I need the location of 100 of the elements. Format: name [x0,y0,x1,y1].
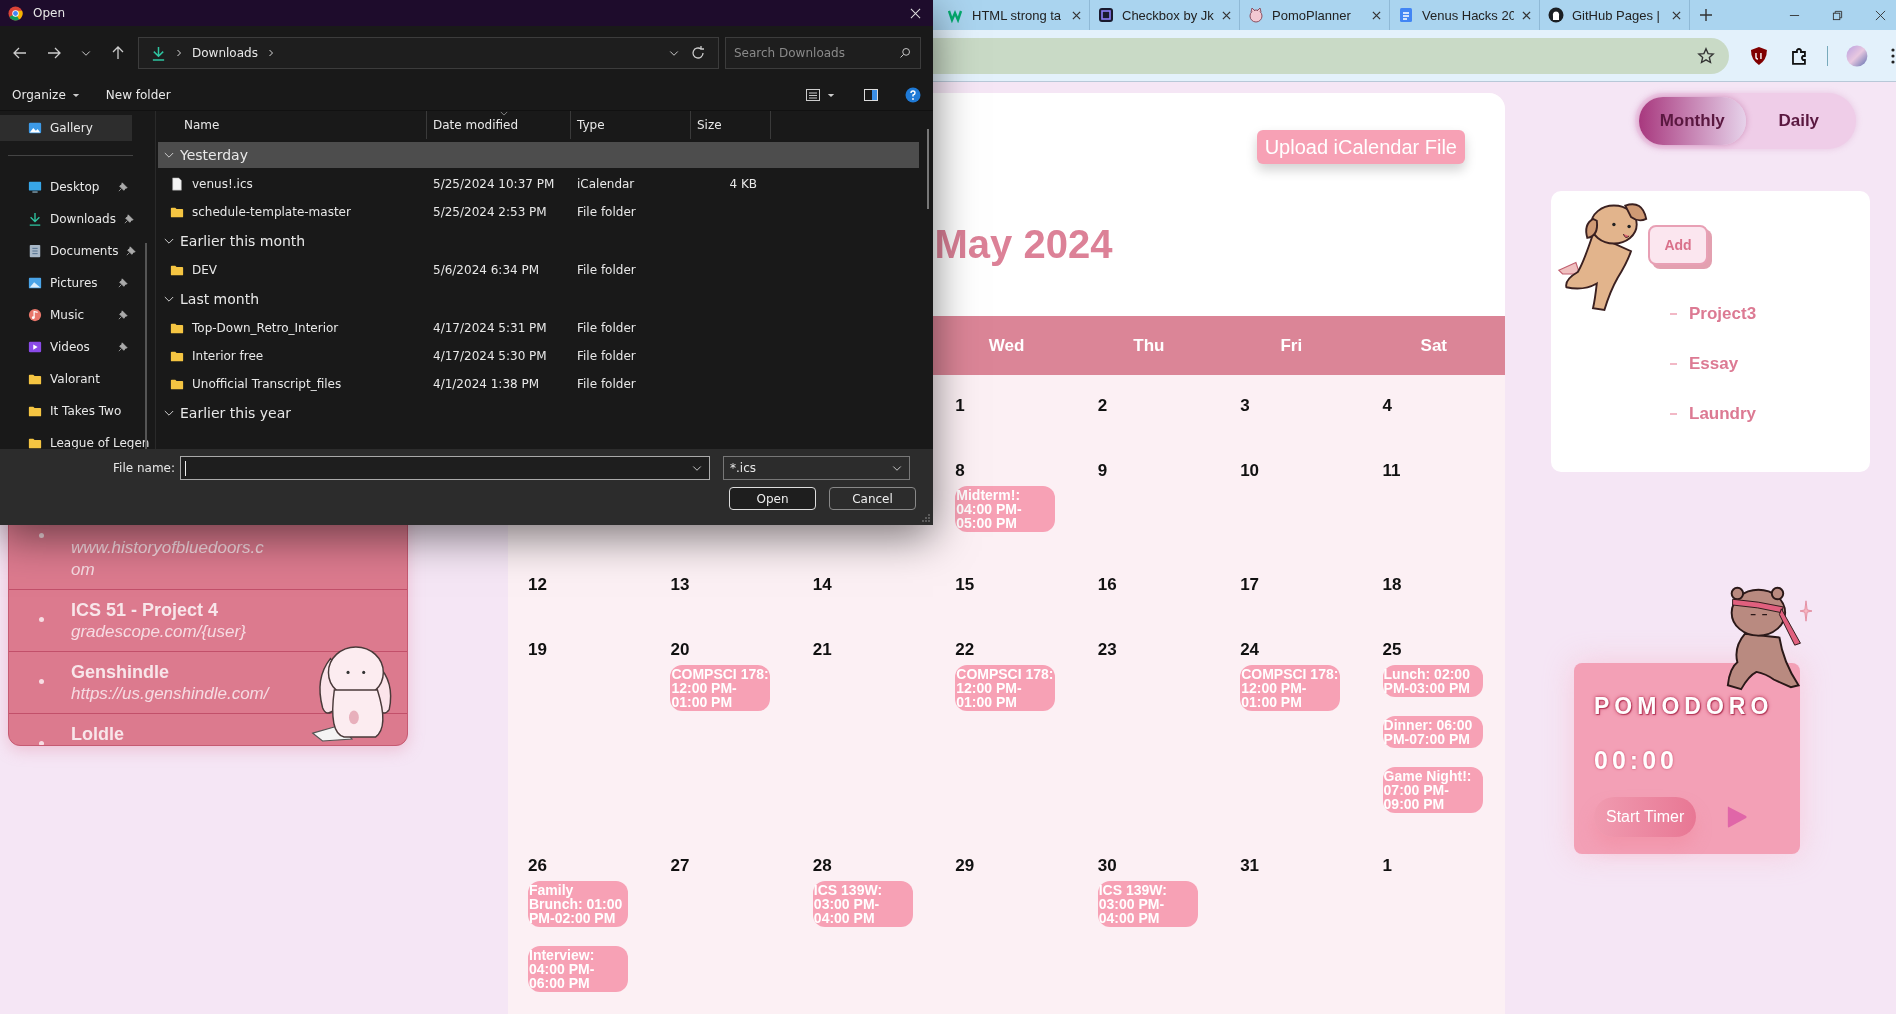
resize-grip-icon[interactable] [922,514,930,522]
file-type: File folder [576,263,637,277]
date-modified: 5/6/2024 6:34 PM [432,263,541,277]
day-number: 28 [812,856,832,876]
restore-icon[interactable] [1832,9,1843,21]
view-toggle-option[interactable]: Monthly [1639,97,1746,145]
group-header[interactable]: Yesterday [158,142,919,168]
weekday-label: Sat [1419,335,1448,356]
sort-caret-icon[interactable] [500,111,508,116]
day-number: 1 [955,396,965,416]
search-field[interactable]: Search Downloads [725,37,921,69]
dash-mark [1670,313,1677,315]
caret-icon[interactable] [71,92,80,98]
file-type-dropdown[interactable]: *.ics [723,456,910,480]
nav-item[interactable]: Desktop [0,174,132,200]
up-arrow-icon[interactable] [110,45,126,61]
details-view-icon[interactable] [805,87,821,103]
download-icon [28,212,42,226]
dash-mark [1670,363,1677,365]
nav-item[interactable]: Music [0,302,132,328]
column-header[interactable]: Size [691,111,771,139]
day-number: 22 [955,640,975,660]
nav-item[interactable]: Valorant [0,366,132,392]
nav-item[interactable]: Videos [0,334,132,360]
day-number: 19 [528,640,547,660]
cancel-button[interactable]: Cancel [829,487,916,510]
column-header[interactable]: Date modified [427,111,571,139]
back-arrow-icon[interactable] [12,45,28,61]
day-number: 26 [528,856,547,876]
group-header[interactable]: Earlier this year [158,400,919,426]
nav-item[interactable]: Documents [0,238,141,264]
close-icon[interactable] [1222,10,1231,20]
nav-item[interactable]: Downloads [0,206,138,232]
chevron-right-icon [267,48,274,58]
date-modified: 5/25/2024 2:53 PM [432,205,548,219]
file-name[interactable]: Top-Down_Retro_Interior [192,321,339,335]
caret-icon[interactable] [827,92,835,98]
close-icon[interactable] [1072,10,1081,20]
pomodoro-title: POMODORO [1594,693,1775,720]
day-number: 31 [1240,856,1260,876]
chevron-down-icon [164,151,174,159]
group-header[interactable]: Earlier this month [158,228,919,254]
search-icon [899,47,911,59]
folder-icon [170,321,184,335]
path-segment[interactable]: Downloads [192,46,258,60]
date-modified: 4/17/2024 5:30 PM [432,349,548,363]
help-icon[interactable] [905,87,921,103]
file-type: File folder [576,321,637,335]
file-name[interactable]: Interior free [192,349,264,363]
day-number: 25 [1382,640,1402,660]
star-icon[interactable] [1697,46,1716,65]
day-number: 9 [1097,461,1108,481]
close-icon[interactable] [1372,10,1381,20]
nav-item[interactable]: Gallery [0,115,132,141]
shield-icon[interactable] [1749,45,1770,66]
path-bar[interactable]: Downloads [138,37,719,69]
view-toggle-option[interactable]: Daily [1745,97,1852,145]
bullet-dot [39,741,44,745]
folder-icon [28,372,42,386]
file-name[interactable]: venus!.ics [192,177,253,191]
video-icon [28,340,42,354]
group-header[interactable]: Last month [158,286,919,312]
day-number: 27 [670,856,690,876]
refresh-icon[interactable] [690,45,706,61]
date-modified: 4/1/2024 1:38 PM [432,377,541,391]
document-icon [1398,7,1414,23]
day-number: 2 [1097,396,1108,416]
file-type: File folder [576,205,637,219]
file-name[interactable]: DEV [192,263,218,277]
close-icon[interactable] [1672,10,1681,20]
dialog-title: Open [33,6,66,20]
close-icon[interactable] [1875,9,1886,21]
organize-menu[interactable]: Organize [12,88,66,102]
music-icon [28,308,42,322]
folder-icon [170,205,184,219]
open-button[interactable]: Open [729,487,816,510]
weekday-label: Thu [1132,335,1166,356]
file-name[interactable]: schedule-template-master [192,205,351,219]
new-tab-icon[interactable] [1700,9,1712,21]
pin-icon [118,182,128,192]
pin-icon [118,342,128,352]
column-header[interactable]: Name [156,111,427,139]
nav-item[interactable]: It Takes Two [0,398,132,424]
day-number: 3 [1240,396,1250,416]
day-number: 4 [1382,396,1393,416]
new-folder-button[interactable]: New folder [105,88,171,102]
nav-item[interactable]: League of Legen [0,430,150,449]
close-icon[interactable] [1522,10,1531,20]
nav-item[interactable]: Pictures [0,270,132,296]
day-number: 13 [670,575,690,595]
chevron-down-icon [164,409,174,417]
file-type: File folder [576,349,637,363]
day-number: 18 [1382,575,1402,595]
file-name-field[interactable] [180,456,710,480]
day-number: 12 [528,575,547,595]
preview-pane-icon[interactable] [863,87,879,103]
column-header[interactable]: Type [571,111,691,139]
browser-logo-icon [8,5,23,21]
file-name[interactable]: Unofficial Transcript_files [192,377,342,391]
forward-arrow-icon[interactable] [46,45,62,61]
